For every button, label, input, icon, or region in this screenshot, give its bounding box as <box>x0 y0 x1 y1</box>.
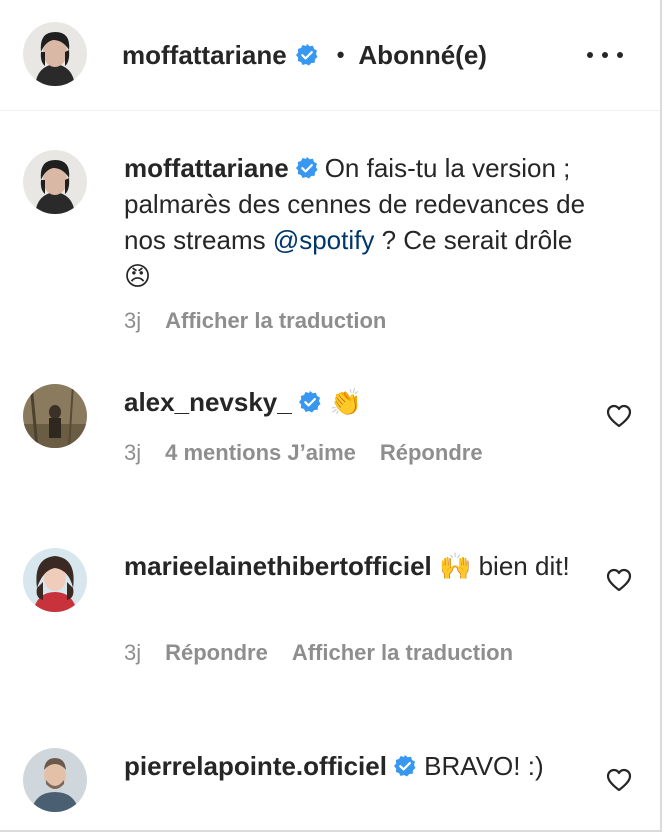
comment-username[interactable]: pierrelapointe.officiel <box>124 751 387 781</box>
header-username[interactable]: moffattariane <box>122 38 287 72</box>
angry-face-emoji: 😠 <box>124 262 152 292</box>
comment-text: bien dit! <box>471 551 570 581</box>
avatar[interactable] <box>23 748 87 812</box>
avatar[interactable] <box>23 384 87 448</box>
comment-meta: 3j 4 mentions J’aime Répondre <box>124 439 507 467</box>
comment-content: alex_nevsky_ 👏 <box>124 384 604 421</box>
verified-badge-icon <box>393 755 416 777</box>
comment-content: marieelainethibertofficiel 🙌 bien dit! <box>124 548 604 585</box>
comment-username[interactable]: alex_nevsky_ <box>124 387 292 417</box>
more-dot <box>617 52 623 58</box>
comment-timestamp[interactable]: 3j <box>124 308 141 333</box>
avatar[interactable] <box>23 548 87 612</box>
heart-icon[interactable] <box>606 404 632 428</box>
translate-button[interactable]: Afficher la traduction <box>292 640 513 665</box>
clapping-hands-emoji: 👏 <box>329 388 363 418</box>
more-dot <box>602 52 608 58</box>
post-header: moffattariane • Abonné(e) <box>0 0 660 111</box>
verified-badge-icon <box>295 44 318 66</box>
comment-timestamp[interactable]: 3j <box>124 440 141 465</box>
verified-badge-icon <box>298 391 321 413</box>
comment-meta: 3j Afficher la traduction <box>124 307 410 335</box>
reply-button[interactable]: Répondre <box>380 440 483 465</box>
separator-dot: • <box>336 42 345 67</box>
comments-panel: moffattariane • Abonné(e) moffattariane … <box>0 0 662 832</box>
comment-text-end: ? Ce serait drôle <box>374 225 573 255</box>
heart-icon[interactable] <box>606 568 632 592</box>
translate-button[interactable]: Afficher la traduction <box>165 308 386 333</box>
mention-link[interactable]: @spotify <box>273 225 375 255</box>
raising-hands-emoji: 🙌 <box>439 552 472 582</box>
comment-username[interactable]: marieelainethibertofficiel <box>124 551 432 581</box>
reply-button[interactable]: Répondre <box>165 640 268 665</box>
comment-content: moffattariane On fais-tu la version ; pal… <box>124 150 604 295</box>
follow-status[interactable]: Abonné(e) <box>358 38 487 72</box>
verified-badge-icon <box>295 157 318 179</box>
header-username-row: moffattariane • Abonné(e) <box>122 38 487 72</box>
likes-count-button[interactable]: 4 mentions J’aime <box>165 440 356 465</box>
comment-content: pierrelapointe.officiel BRAVO! :) <box>124 748 604 784</box>
comment-meta: 3j Répondre Afficher la traduction <box>124 639 537 667</box>
avatar[interactable] <box>23 22 87 86</box>
more-dot <box>587 52 593 58</box>
heart-icon[interactable] <box>606 768 632 792</box>
more-options-icon[interactable] <box>587 46 623 64</box>
comment-username[interactable]: moffattariane <box>124 153 289 183</box>
comment-text: BRAVO! :) <box>416 751 544 781</box>
comment-timestamp[interactable]: 3j <box>124 640 141 665</box>
avatar[interactable] <box>23 150 87 214</box>
